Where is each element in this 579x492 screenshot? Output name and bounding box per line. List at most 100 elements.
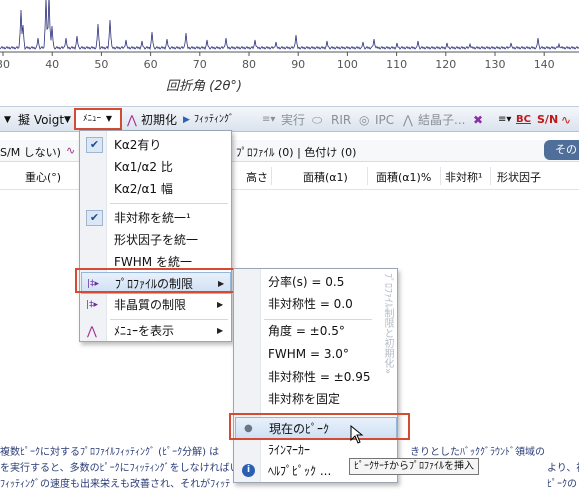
menu-item-ka2a1-width[interactable]: Kα2/α1 幅 <box>81 178 231 200</box>
menu-item-label: 非対称性 = ±0.95 <box>268 370 371 384</box>
dropdown-arrow-icon[interactable]: ▼ <box>4 111 11 129</box>
x-tick-label: 60 <box>144 58 158 71</box>
x-tick-label: 30 <box>0 58 10 71</box>
menu-item-label: Kα2有り <box>114 138 162 152</box>
menu-item-label: 角度 = ±0.5° <box>268 324 345 338</box>
submenu-arrow-icon: ▶ <box>217 300 224 309</box>
menu-item-ka1a2-ratio[interactable]: Kα1/α2 比 <box>81 156 231 178</box>
x-tick-label: 100 <box>337 58 358 71</box>
menu-item-label: 非対称を固定 <box>268 392 341 406</box>
submenu-item-asymmetry-range[interactable]: 非対称性 = ±0.95 <box>235 366 375 388</box>
submenu-item-asymmetry[interactable]: 非対称性 = 0.0 <box>235 293 375 315</box>
check-icon: ✔ <box>86 210 103 226</box>
help-text-line-3: ﾌｨｯﾃｨﾝｸﾞの速度も出来栄えも改善され、それがﾌｨｯﾃ <box>0 479 231 490</box>
submenu-item-fwhm[interactable]: FWHM = 3.0° <box>235 343 375 365</box>
peak-init-icon: ⋀ <box>127 113 137 127</box>
col-asymmetry[interactable]: 非対称¹ <box>445 169 482 185</box>
help-text-line-1: 複数ﾋﾟｰｸに対するﾌﾟﾛﾌｧｲﾙﾌｨｯﾃｨﾝｸﾞ (ﾋﾟｰｸ分解) は <box>0 447 220 458</box>
col-area[interactable]: 面積(α1) <box>303 169 348 185</box>
menu-separator <box>110 203 228 204</box>
col-area-percent[interactable]: 面積(α1)% <box>376 169 431 185</box>
bg-correction-icon[interactable]: BC <box>516 111 531 129</box>
play-icon: ▶ <box>183 115 190 125</box>
peak-search-icon[interactable]: ∿ <box>561 111 571 129</box>
x-axis-ticks: 30 40 50 60 70 80 90 100 110 120 130 140 <box>0 52 555 71</box>
submenu-arrow-icon: ▶ <box>217 326 224 335</box>
menu-button-label: ﾒﾆｭｰ <box>83 114 102 124</box>
x-tick-label: 80 <box>242 58 256 71</box>
peak-tab-icon: ∿ <box>66 144 76 157</box>
peak-menu-icon: ⋀ <box>87 324 97 338</box>
menu-item-label: ﾗｲﾝﾏｰｶｰ <box>268 443 311 457</box>
col-height[interactable]: 高さ <box>246 169 268 185</box>
spectrum-line <box>0 0 579 51</box>
x-tick-label: 90 <box>291 58 305 71</box>
amorphous-limit-icon: |‡▸ <box>86 300 99 310</box>
fitting-button[interactable]: ﾌｨｯﾃｨﾝｸﾞ <box>194 111 234 129</box>
menu-dropdown: ✔ Kα2有り Kα1/α2 比 Kα2/α1 幅 ✔ 非対称を統一¹ 形状因子… <box>79 130 232 342</box>
column-divider <box>490 167 491 185</box>
tab-profile[interactable]: ﾌﾟﾛﾌｧｲﾙ (0) | 色付け (0) <box>236 144 356 160</box>
voigt-dropdown-arrow-icon[interactable]: ▼ <box>64 111 71 129</box>
toolbar: ▼ 擬 Voigt ▼ ﾒﾆｭｰ ▼ ⋀ 初期化 ▶ ﾌｨｯﾃｨﾝｸﾞ ≡▾ 実… <box>0 106 579 132</box>
menu-item-amorphous-limits[interactable]: |‡▸ 非晶質の制限 ▶ <box>81 294 231 316</box>
menu-item-label: ﾒﾆｭｰを表示 <box>114 324 175 338</box>
smoothing-icon[interactable]: S/N <box>537 111 558 129</box>
menu-item-label: ﾍﾙﾌﾟﾋﾟｯｸ ... <box>268 464 332 478</box>
help-text-right-1: きりとしたﾊﾞｯｸｸﾞﾗｳﾝﾄﾞ領域の <box>410 447 545 458</box>
x-tick-label: 40 <box>45 58 59 71</box>
chevron-down-icon: ▼ <box>105 114 113 123</box>
crystallite-icon: ⋀ <box>403 113 413 127</box>
menu-item-show-menu[interactable]: ⋀ ﾒﾆｭｰを表示 ▶ <box>81 320 231 342</box>
spectrum-trace <box>0 0 579 51</box>
mouse-cursor-icon <box>350 425 364 444</box>
submenu-item-angle[interactable]: 角度 = ±0.5° <box>235 320 375 342</box>
menu-item-ka2[interactable]: ✔ Kα2有り <box>81 134 231 156</box>
menu-item-label: 非対称性 = 0.0 <box>268 297 353 311</box>
highlight-box <box>229 413 410 440</box>
info-icon: i <box>242 464 255 477</box>
check-icon: ✔ <box>86 137 103 153</box>
col-shape-factor[interactable]: 形状因子 <box>497 169 541 185</box>
tab-sm[interactable]: S/M しない) <box>0 144 61 160</box>
submenu-item-fix-asymmetry[interactable]: 非対称を固定 <box>235 388 375 410</box>
submenu-item-fraction[interactable]: 分率(s) = 0.5 <box>235 271 375 293</box>
column-divider <box>440 167 441 185</box>
list-icon: ≡▾ <box>262 114 276 125</box>
clear-icon[interactable]: ✖ <box>473 111 483 129</box>
ipc-button[interactable]: IPC <box>375 111 394 129</box>
x-axis-title: 回折角 (2θ°) <box>166 79 243 94</box>
menu-item-label: Kα1/α2 比 <box>114 160 173 174</box>
col-centroid[interactable]: 重心(°) <box>25 169 61 185</box>
diffraction-pattern-plot: 30 40 50 60 70 80 90 100 110 120 130 140 <box>0 0 579 71</box>
menu-item-label: 非晶質の制限 <box>114 298 187 312</box>
column-divider <box>367 167 368 185</box>
x-tick-label: 140 <box>534 58 555 71</box>
tab-other[interactable]: その <box>544 140 579 160</box>
run-button[interactable]: 実行 <box>281 111 305 129</box>
column-divider <box>271 167 272 185</box>
options-icon[interactable]: ≡▾ <box>498 111 511 129</box>
menu-item-label: 形状因子を統一 <box>114 233 199 247</box>
menu-item-unify-asymmetry[interactable]: ✔ 非対称を統一¹ <box>81 207 231 229</box>
init-button[interactable]: 初期化 <box>141 111 177 129</box>
menu-item-label: Kα2/α1 幅 <box>114 182 173 196</box>
x-tick-label: 130 <box>485 58 506 71</box>
profile-function-select[interactable]: 擬 Voigt <box>18 111 64 129</box>
profile-limits-submenu: 分率(s) = 0.5 非対称性 = 0.0 角度 = ±0.5° FWHM =… <box>233 268 398 483</box>
crystallite-button[interactable]: 結晶子... <box>418 111 465 129</box>
menu-item-label: 非対称を統一¹ <box>114 211 191 225</box>
tab-other-label: その <box>555 143 577 156</box>
menu-item-label: FWHM = 3.0° <box>268 347 349 361</box>
x-tick-label: 70 <box>193 58 207 71</box>
menu-item-unify-shape[interactable]: 形状因子を統一 <box>81 229 231 251</box>
menu-button[interactable]: ﾒﾆｭｰ ▼ <box>74 108 122 130</box>
help-text-right-3: ﾋﾟｰｸの <box>547 479 577 490</box>
ipc-icon: ◎ <box>359 113 370 127</box>
help-text-right-2: より、複 <box>547 463 579 474</box>
x-tick-label: 50 <box>94 58 108 71</box>
x-tick-label: 110 <box>386 58 407 71</box>
rir-icon: ⬭ <box>312 113 323 127</box>
rir-button[interactable]: RIR <box>331 111 351 129</box>
submenu-side-caption: ﾌﾟﾛﾌｧｲﾙ制限と初期化» <box>382 273 393 375</box>
